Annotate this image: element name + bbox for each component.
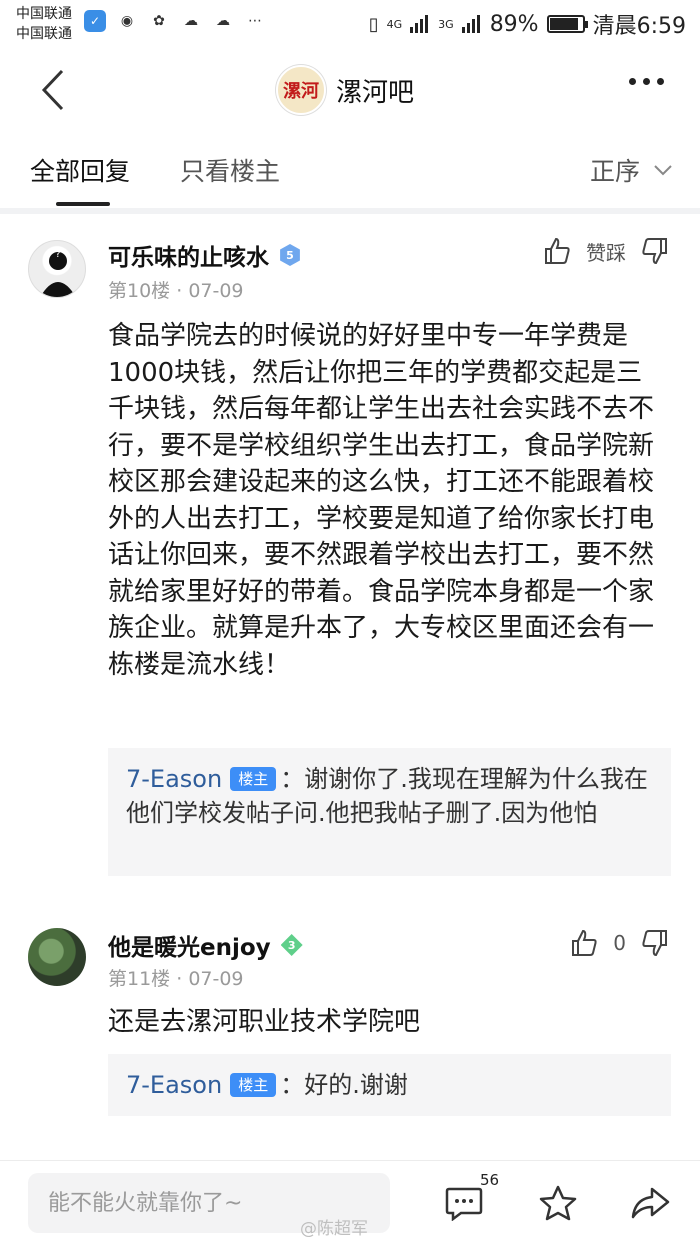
shield-app-icon: ✓	[84, 10, 106, 32]
back-button[interactable]	[30, 66, 76, 114]
sub-reply-author[interactable]: 7-Eason	[126, 1071, 222, 1099]
battery-percent: 89%	[489, 11, 539, 37]
tab-all-replies[interactable]: 全部回复	[30, 152, 130, 188]
thumbs-down-icon[interactable]	[640, 928, 670, 958]
username-text: 可乐味的止咳水	[108, 245, 269, 271]
username-text: 他是暖光enjoy	[108, 935, 271, 961]
post-meta: 第11楼 · 07-09	[108, 968, 244, 990]
sub-reply-author[interactable]: 7-Eason	[126, 765, 222, 793]
carrier-2: 中国联通	[16, 26, 72, 42]
comment-icon	[445, 1187, 483, 1221]
reply-post: 他是暖光enjoy 3 第11楼 · 07-09 0 还是去漯河职业技术学院吧 …	[0, 910, 700, 1130]
owner-badge: 楼主	[230, 767, 277, 791]
weibo-icon: ◉	[120, 13, 134, 29]
notification-icons: ✓ ◉ ✿ ☁ ☁ ⋯	[84, 10, 266, 32]
post-content: 食品学院去的时候说的好好里中专一年学费是1000块钱，然后让你把三年的学费都交起…	[108, 321, 655, 680]
chevron-down-icon	[654, 165, 672, 176]
reply-tabs: 全部回复 只看楼主 正序	[0, 140, 700, 208]
vote-label: 赞踩	[586, 240, 626, 265]
post-date: 07-09	[188, 968, 244, 990]
signal-2-icon	[461, 15, 480, 33]
favorite-button[interactable]	[536, 1181, 580, 1225]
username[interactable]: 可乐味的止咳水 5	[108, 238, 301, 272]
clock: 清晨6:59	[592, 14, 686, 39]
cloud-icon: ☁	[216, 13, 230, 29]
thumbs-up-icon[interactable]	[569, 928, 599, 958]
nav-bar: 漯河 漯河吧	[0, 52, 700, 128]
floor-number: 第10楼	[108, 280, 171, 302]
sub-reply[interactable]: 7-Eason 楼主 ：好的.谢谢	[108, 1054, 671, 1116]
thumbs-down-icon[interactable]	[640, 236, 670, 266]
battery-level	[549, 18, 579, 30]
thumbs-up-icon[interactable]	[542, 236, 572, 266]
wechat-icon: ☁	[184, 13, 198, 29]
vibrate-icon: ▯	[368, 13, 379, 35]
signal-1-label: 4G	[386, 17, 403, 31]
owner-badge: 楼主	[230, 1073, 277, 1097]
more-options-icon[interactable]	[629, 78, 664, 85]
post-content: 还是去漯河职业技术学院吧	[108, 1007, 421, 1037]
post-actions: 赞踩	[542, 236, 670, 266]
share-icon	[631, 1187, 670, 1219]
sub-reply-text: ：好的.谢谢	[280, 1071, 408, 1099]
star-icon	[539, 1185, 577, 1221]
post-actions: 0	[569, 928, 670, 958]
forum-header[interactable]: 漯河 漯河吧	[276, 64, 414, 116]
level-badge: 5	[280, 244, 300, 266]
signal-1-icon	[410, 15, 429, 33]
status-bar: 中国联通 中国联通 ✓ ◉ ✿ ☁ ☁ ⋯ ▯ 4G 3G 89% 清晨6:59	[0, 0, 700, 48]
tab-owner-only[interactable]: 只看楼主	[180, 152, 280, 188]
forum-title: 漯河吧	[336, 77, 415, 108]
signal-2-label: 3G	[438, 17, 454, 31]
watermark: @陈超军	[300, 1219, 368, 1239]
carrier-1: 中国联通	[16, 6, 72, 22]
level-badge: 3	[280, 934, 303, 956]
sort-dropdown[interactable]: 正序	[590, 152, 672, 188]
carrier-labels: 中国联通 中国联通	[16, 4, 72, 44]
floor-number: 第11楼	[108, 968, 171, 990]
svg-text:?: ?	[55, 249, 60, 260]
avatar[interactable]: ?	[28, 240, 86, 298]
post-meta: 第10楼 · 07-09	[108, 280, 244, 302]
vote-count: 0	[613, 931, 626, 955]
avatar[interactable]	[28, 928, 86, 986]
anonymous-avatar-icon: ?	[40, 249, 76, 297]
forum-avatar: 漯河	[276, 65, 326, 115]
status-right: ▯ 4G 3G 89% 清晨6:59	[369, 8, 686, 40]
reply-post: ? 可乐味的止咳水 5 第10楼 · 07-09 赞踩 食品学院去的时候说的好好…	[0, 214, 700, 894]
tab-indicator	[56, 202, 110, 206]
baidu-paw-icon: ✿	[153, 13, 165, 29]
sub-reply[interactable]: 7-Eason 楼主 ：谢谢你了.我现在理解为什么我在他们学校发帖子问.他把我帖子删…	[108, 748, 671, 876]
more-notifications-icon: ⋯	[248, 13, 262, 29]
username[interactable]: 他是暖光enjoy 3	[108, 928, 303, 962]
sort-label: 正序	[589, 157, 640, 186]
comment-count: 56	[480, 1171, 500, 1189]
forum-avatar-text: 漯河	[283, 81, 319, 102]
battery-icon	[546, 15, 588, 33]
chevron-left-icon	[41, 69, 64, 111]
post-date: 07-09	[188, 280, 244, 302]
share-button[interactable]	[628, 1181, 672, 1225]
